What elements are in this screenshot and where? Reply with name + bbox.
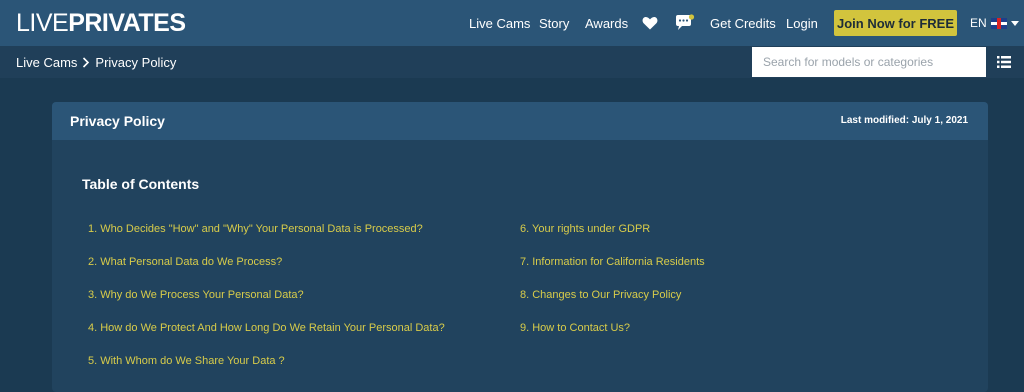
toc-link[interactable]: 8. Changes to Our Privacy Policy [520, 288, 705, 321]
privacy-policy-card: Privacy Policy Last modified: July 1, 20… [52, 102, 988, 392]
nav-live-cams-link[interactable]: Live Cams [469, 16, 530, 31]
language-selector[interactable]: EN [970, 0, 1019, 46]
card-header: Privacy Policy Last modified: July 1, 20… [52, 102, 988, 140]
nav-get-credits-link[interactable]: Get Credits [710, 16, 776, 31]
toc-heading: Table of Contents [82, 176, 200, 192]
messages-chat-icon[interactable] [675, 0, 695, 46]
logo-text-bold: PRIVATES [68, 9, 186, 37]
toc-left-column: 1. Who Decides "How" and "Why" Your Pers… [88, 222, 445, 387]
last-modified-date: Last modified: July 1, 2021 [840, 115, 968, 126]
nav-login-link[interactable]: Login [786, 16, 818, 31]
nav-awards-link[interactable]: Awards [585, 16, 628, 31]
site-logo[interactable]: LIVEPRIVATES [16, 9, 186, 37]
breadcrumb-privacy-policy: Privacy Policy [95, 54, 177, 70]
toc-link[interactable]: 7. Information for California Residents [520, 255, 705, 288]
language-code: EN [970, 16, 987, 30]
nav-live-cams[interactable]: Live Cams [469, 0, 530, 46]
nav-awards[interactable]: Awards [585, 0, 628, 46]
toc-link[interactable]: 6. Your rights under GDPR [520, 222, 705, 255]
toc-link[interactable]: 2. What Personal Data do We Process? [88, 255, 445, 288]
nav-login[interactable]: Login [786, 0, 818, 46]
page-title: Privacy Policy [70, 113, 165, 129]
list-view-icon[interactable] [997, 56, 1011, 68]
toc-right-column: 6. Your rights under GDPR 7. Information… [520, 222, 705, 354]
toc-link[interactable]: 1. Who Decides "How" and "Why" Your Pers… [88, 222, 445, 255]
toc-link[interactable]: 4. How do We Protect And How Long Do We … [88, 321, 445, 354]
favorites-heart-icon[interactable] [642, 0, 658, 46]
chevron-right-icon [83, 56, 90, 68]
toc-link[interactable]: 9. How to Contact Us? [520, 321, 705, 354]
search-input[interactable] [752, 47, 986, 77]
nav-story[interactable]: Story [539, 0, 569, 46]
nav-story-link[interactable]: Story [539, 16, 569, 31]
breadcrumb-live-cams[interactable]: Live Cams [16, 55, 77, 70]
logo-text-light: LIVE [16, 9, 69, 37]
toc-link[interactable]: 3. Why do We Process Your Personal Data? [88, 288, 445, 321]
uk-flag-icon [990, 17, 1007, 29]
toc-link[interactable]: 5. With Whom do We Share Your Data ? [88, 354, 445, 387]
chevron-down-icon [1010, 20, 1019, 26]
breadcrumb: Live Cams Privacy Policy [16, 46, 176, 78]
top-navbar: LIVEPRIVATES Live Cams Story Awards Get … [0, 0, 1024, 46]
nav-get-credits[interactable]: Get Credits [710, 0, 776, 46]
join-now-button[interactable]: Join Now for FREE [834, 10, 957, 36]
